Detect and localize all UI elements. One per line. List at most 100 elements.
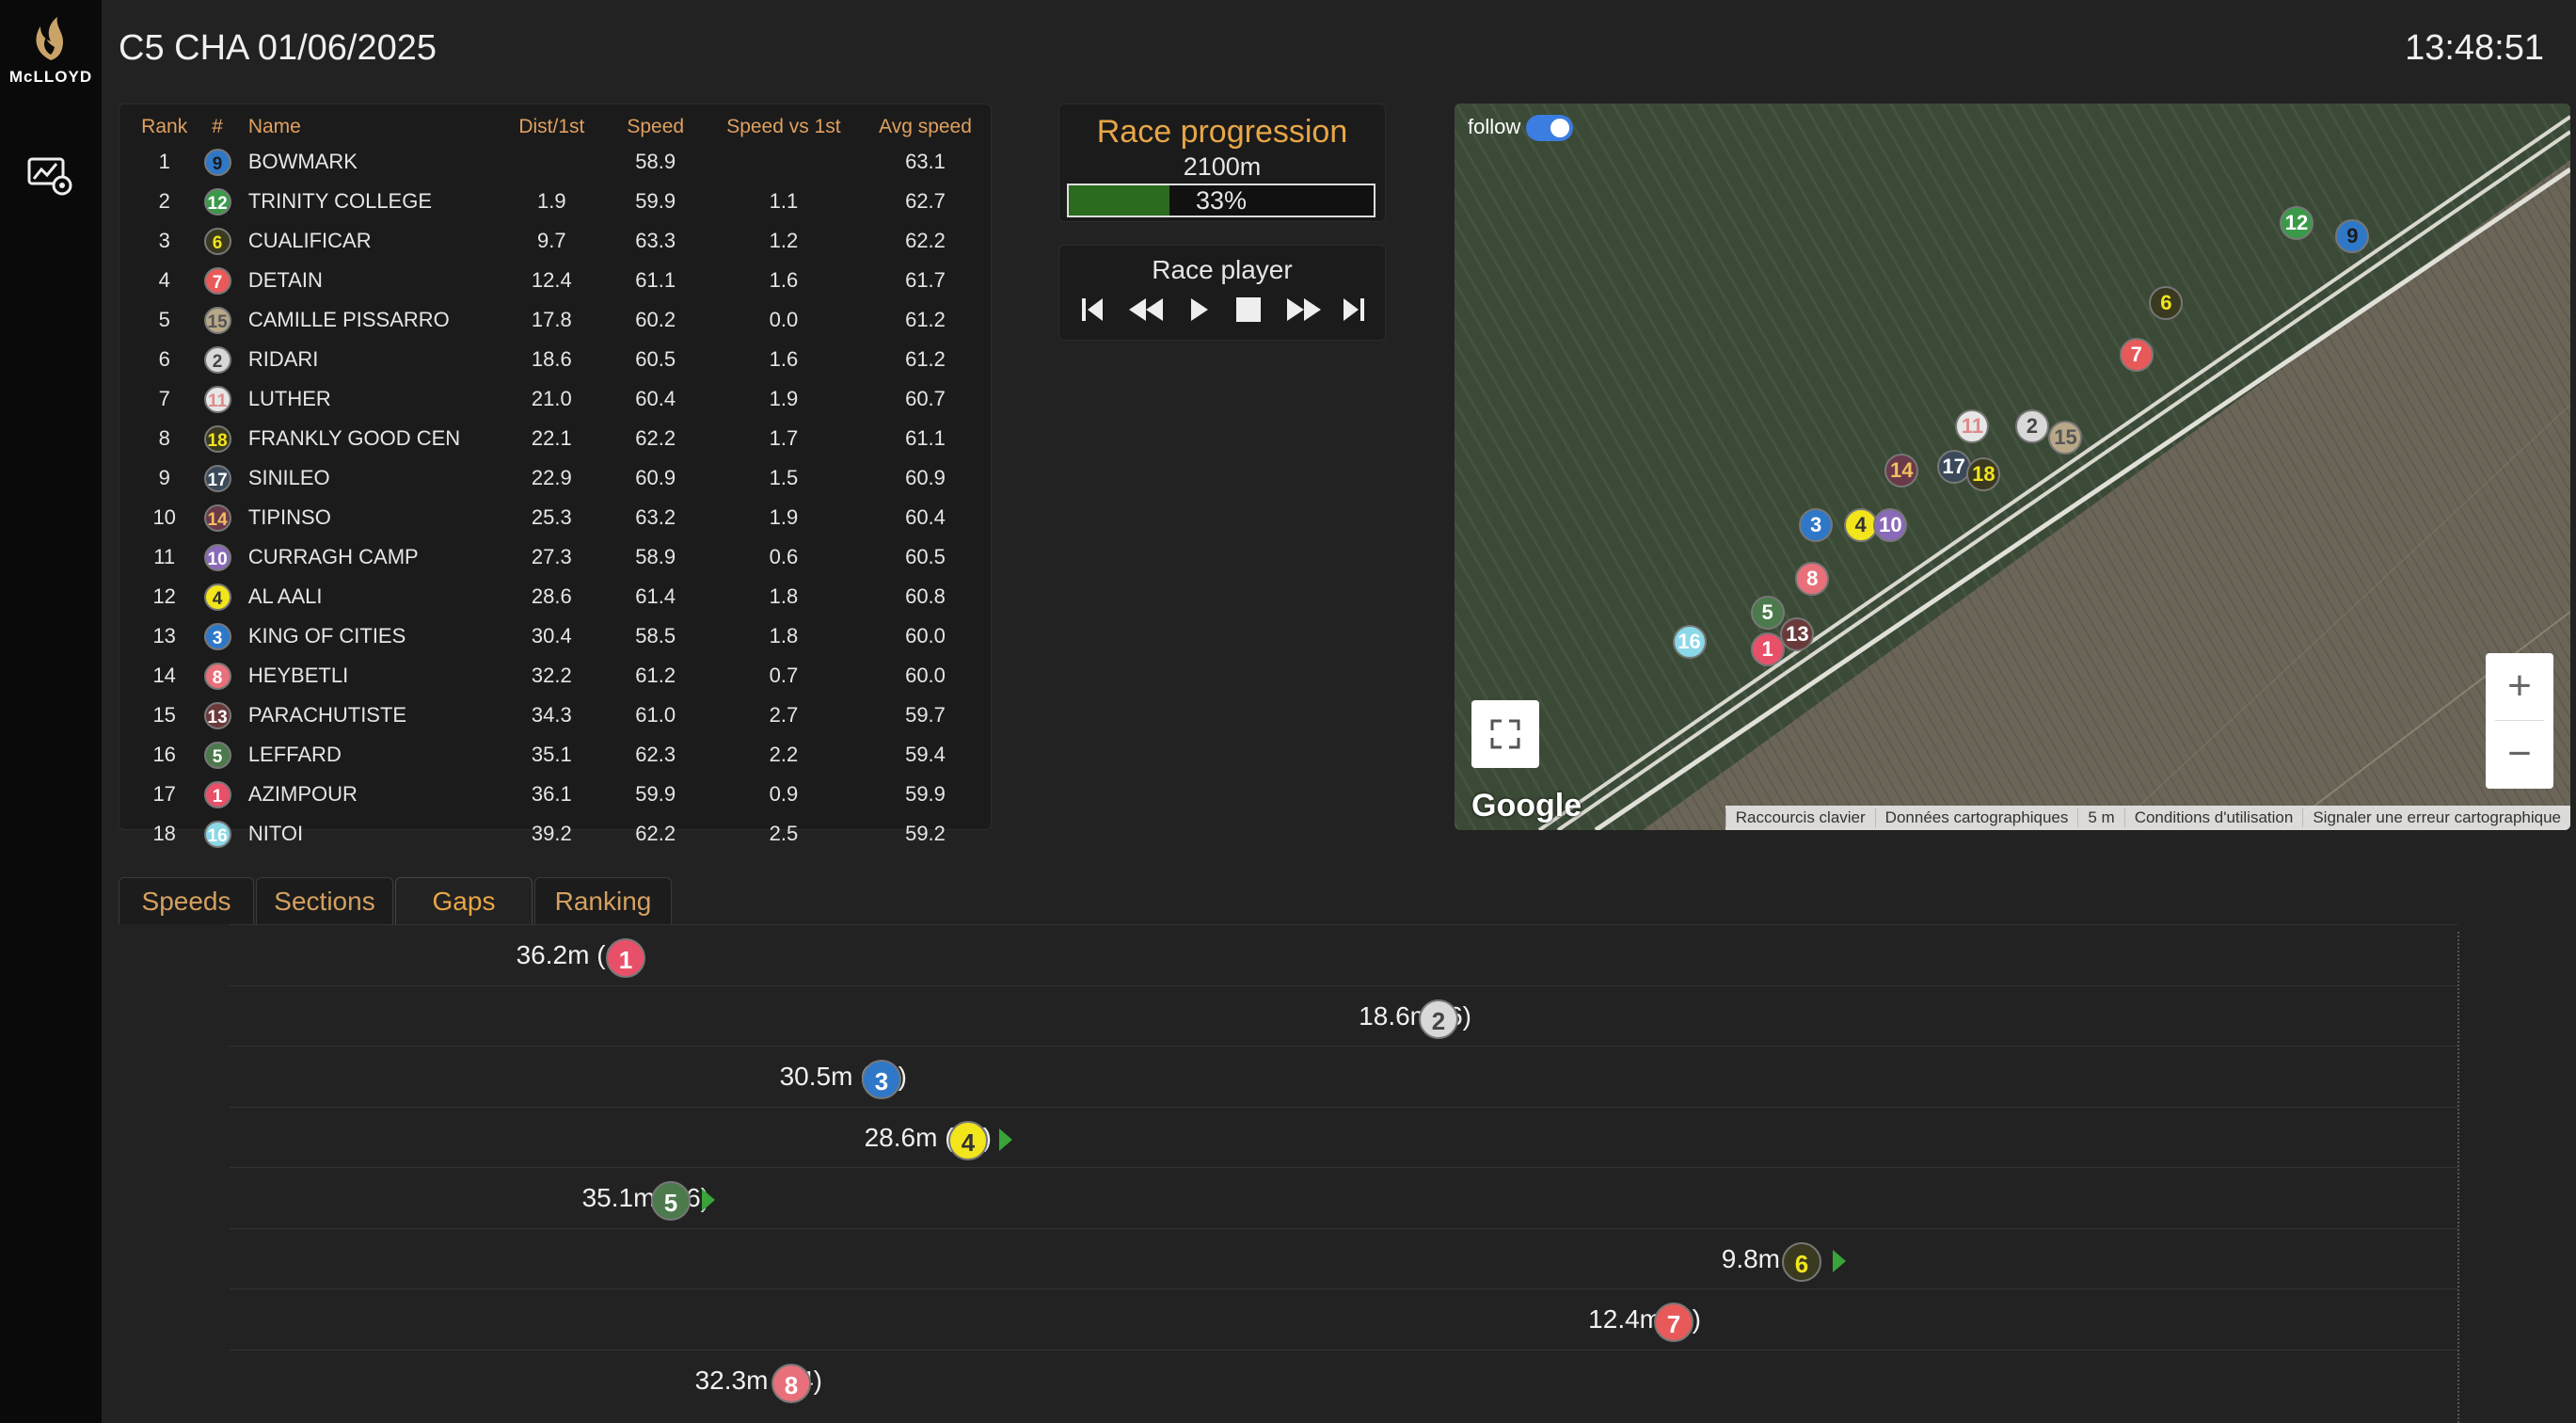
horse-map-marker: 3: [1799, 507, 1834, 542]
name-cell: CAMILLE PISSARRO: [247, 308, 450, 331]
speed-cell: 60.2: [635, 308, 676, 331]
race-view-icon[interactable]: [26, 156, 73, 200]
table-row[interactable]: 18 16 NITOI 39.2 62.2 2.5 59.2: [133, 814, 991, 854]
table-row[interactable]: 14 8 HEYBETLI 32.2 61.2 0.7 60.0: [133, 656, 991, 696]
speed-cell: 58.9: [635, 545, 676, 568]
col-avg-speed[interactable]: Avg speed: [860, 112, 991, 142]
horse-number-badge: 3: [203, 622, 231, 650]
dist-cell: 22.1: [531, 426, 572, 450]
table-row[interactable]: 12 4 AL AALI 28.6 61.4 1.8 60.8: [133, 577, 991, 616]
tab-sections[interactable]: Sections: [256, 877, 393, 924]
col-dist-first[interactable]: Dist/1st: [500, 112, 604, 142]
horse-map-marker: 12: [2280, 205, 2314, 240]
tab-ranking[interactable]: Ranking: [534, 877, 672, 924]
table-row[interactable]: 6 2 RIDARI 18.6 60.5 1.6 61.2: [133, 340, 991, 379]
table-header-row: Rank # Name Dist/1st Speed Speed vs 1st …: [133, 112, 991, 142]
table-row[interactable]: 13 3 KING OF CITIES 30.4 58.5 1.8 60.0: [133, 616, 991, 656]
horse-number-badge: 4: [948, 1120, 988, 1160]
number-cell: 10: [196, 537, 238, 577]
rank-cell: 18: [152, 822, 176, 845]
speed-cell: 60.5: [635, 347, 676, 371]
name-cell: FRANKLY GOOD CEN: [247, 426, 461, 450]
number-cell: 6: [196, 221, 238, 261]
table-row[interactable]: 11 10 CURRAGH CAMP 27.3 58.9 0.6 60.5: [133, 537, 991, 577]
table-row[interactable]: 9 17 SINILEO 22.9 60.9 1.5 60.9: [133, 458, 991, 498]
skip-end-icon[interactable]: [1340, 293, 1366, 327]
speed-cell: 63.3: [635, 229, 676, 252]
table-row[interactable]: 3 6 CUALIFICAR 9.7 63.3 1.2 62.2: [133, 221, 991, 261]
follow-label: follow: [1468, 115, 1521, 138]
tab-gaps[interactable]: Gaps: [395, 877, 533, 924]
play-arrow-icon: [999, 1127, 1012, 1151]
follow-control[interactable]: follow: [1468, 115, 1574, 142]
rank-cell: 2: [158, 189, 170, 213]
avg-speed-cell: 60.7: [905, 387, 946, 410]
speed-vs-first-cell: 1.8: [769, 584, 799, 608]
speed-vs-first-cell: 1.1: [769, 189, 799, 213]
zoom-out-button[interactable]: −: [2486, 721, 2553, 789]
brand-text: McLLOYD: [8, 68, 93, 86]
speed-cell: 58.9: [635, 150, 676, 173]
dist-cell: 27.3: [531, 545, 572, 568]
play-icon[interactable]: [1185, 293, 1212, 327]
map-scale[interactable]: 5 m: [2077, 808, 2123, 827]
report-error-link[interactable]: Signaler une erreur cartographique: [2302, 808, 2570, 827]
tab-speeds[interactable]: Speeds: [119, 877, 254, 924]
zoom-in-button[interactable]: +: [2486, 653, 2553, 721]
col-name[interactable]: Name: [239, 112, 500, 142]
keyboard-shortcuts-link[interactable]: Raccourcis clavier: [1725, 808, 1875, 827]
horse-number-badge: 18: [203, 424, 231, 453]
avg-speed-cell: 63.1: [905, 150, 946, 173]
horse-map-marker: 8: [1795, 562, 1830, 597]
col-rank[interactable]: Rank: [133, 112, 196, 142]
number-cell: 17: [196, 458, 238, 498]
race-map[interactable]: 1 2 3 4 5 6 7 8 9 10 11 12 13 14 15 16 17 18 follow + − G…: [1455, 104, 2570, 830]
table-row[interactable]: 10 14 TIPINSO 25.3 63.2 1.9 60.4: [133, 498, 991, 537]
table-row[interactable]: 2 12 TRINITY COLLEGE 1.9 59.9 1.1 62.7: [133, 182, 991, 221]
follow-toggle[interactable]: [1526, 115, 1574, 142]
table-row[interactable]: 16 5 LEFFARD 35.1 62.3 2.2 59.4: [133, 735, 991, 775]
col-number[interactable]: #: [196, 112, 238, 142]
satellite-map-image: [1455, 104, 2570, 830]
app-logo[interactable]: McLLOYD: [0, 13, 102, 87]
horse-number-badge: 2: [1419, 999, 1458, 1039]
race-progression-panel: Race progression 2100m 33%: [1058, 104, 1386, 222]
horse-number-badge: 6: [1782, 1241, 1821, 1282]
horse-number-badge: 11: [203, 385, 231, 413]
number-cell: 16: [196, 814, 238, 854]
table-row[interactable]: 1 9 BOWMARK 58.9 63.1: [133, 142, 991, 182]
rank-cell: 17: [152, 782, 176, 806]
sidebar: McLLOYD: [0, 0, 102, 1423]
name-cell: LEFFARD: [247, 743, 342, 766]
table-row[interactable]: 17 1 AZIMPOUR 36.1 59.9 0.9 59.9: [133, 775, 991, 814]
table-row[interactable]: 15 13 PARACHUTISTE 34.3 61.0 2.7 59.7: [133, 696, 991, 735]
col-speed[interactable]: Speed: [604, 112, 708, 142]
horse-map-marker: 9: [2335, 218, 2370, 253]
speed-vs-first-cell: 1.9: [769, 387, 799, 410]
speed-vs-first-cell: 0.0: [769, 308, 799, 331]
terms-link[interactable]: Conditions d'utilisation: [2123, 808, 2303, 827]
number-cell: 2: [196, 340, 238, 379]
fast-forward-icon[interactable]: [1285, 293, 1323, 327]
number-cell: 15: [196, 300, 238, 340]
skip-start-icon[interactable]: [1080, 293, 1106, 327]
horse-number-badge: 14: [203, 504, 231, 532]
col-speed-vs-first[interactable]: Speed vs 1st: [708, 112, 860, 142]
table-row[interactable]: 5 15 CAMILLE PISSARRO 17.8 60.2 0.0 61.2: [133, 300, 991, 340]
horse-map-marker: 11: [1955, 408, 1990, 443]
table-row[interactable]: 8 18 FRANKLY GOOD CEN 22.1 62.2 1.7 61.1: [133, 419, 991, 458]
stop-icon[interactable]: [1234, 293, 1263, 327]
fullscreen-button[interactable]: [1471, 700, 1539, 768]
page-title: C5 CHA 01/06/2025: [119, 28, 437, 68]
table-row[interactable]: 4 7 DETAIN 12.4 61.1 1.6 61.7: [133, 261, 991, 300]
horse-number-badge: 5: [203, 741, 231, 769]
table-row[interactable]: 7 11 LUTHER 21.0 60.4 1.9 60.7: [133, 379, 991, 419]
horse-map-marker: 2: [2014, 408, 2049, 443]
speed-cell: 61.1: [635, 268, 676, 292]
horse-number-badge: 3: [862, 1060, 901, 1099]
race-player-panel: Race player: [1058, 245, 1386, 341]
horse-map-marker: 10: [1873, 507, 1908, 542]
rewind-icon[interactable]: [1127, 293, 1165, 327]
map-data-link[interactable]: Données cartographiques: [1874, 808, 2078, 827]
avg-speed-cell: 59.9: [905, 782, 946, 806]
